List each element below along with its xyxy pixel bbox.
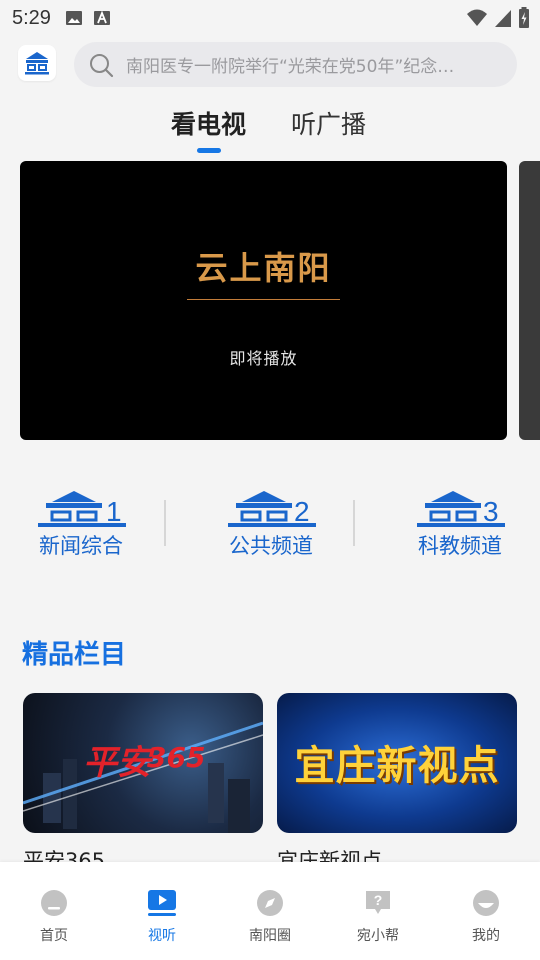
nav-item-helper[interactable]: ? 宛小帮 <box>324 862 432 960</box>
status-bar: 5:29 <box>0 0 540 36</box>
channel-logo-icon: 3 <box>417 491 505 527</box>
nav-label: 视听 <box>148 928 176 944</box>
channel-divider <box>353 500 355 546</box>
nav-label: 首页 <box>40 928 68 944</box>
svg-text:?: ? <box>374 892 383 908</box>
nav-item-media[interactable]: 视听 <box>108 862 216 960</box>
channel-number: 3 <box>483 496 499 527</box>
channel-news[interactable]: 1 新闻综合 <box>36 488 146 560</box>
search-bar[interactable]: 南阳医专一附院举行“光荣在党50年”纪念… <box>74 42 517 87</box>
image-icon <box>65 11 82 25</box>
channel-label: 新闻综合 <box>39 534 123 558</box>
question-bubble-icon: ? <box>366 891 390 914</box>
next-player-peek[interactable] <box>519 161 540 440</box>
play-video-icon <box>148 890 176 916</box>
program-art-text: 宜庄新视点 <box>294 742 500 789</box>
channel-science[interactable]: 3 科教频道 <box>415 488 525 560</box>
status-time: 5:29 <box>12 6 51 29</box>
channel-logo-icon: 1 <box>38 491 126 527</box>
program-card-pingan365[interactable]: 平安 365 <box>23 693 263 833</box>
nav-label: 宛小帮 <box>357 928 399 944</box>
tab-listen-radio[interactable]: 听广播 <box>291 105 366 141</box>
nav-item-mine[interactable]: 我的 <box>432 862 540 960</box>
channel-divider <box>164 500 166 546</box>
channel-label: 科教频道 <box>418 534 502 558</box>
video-player[interactable]: 云上南阳 即将播放 <box>20 161 507 440</box>
search-input[interactable]: 南阳医专一附院举行“光荣在党50年”纪念… <box>126 52 498 77</box>
channel-number: 2 <box>294 496 310 527</box>
channel-public[interactable]: 2 公共频道 <box>226 488 336 560</box>
logo-mark <box>25 52 49 75</box>
player-title: 云上南阳 <box>195 249 332 287</box>
tab-indicator <box>197 148 221 153</box>
program-art-text: 平安 <box>83 743 151 783</box>
profile-icon <box>473 890 499 916</box>
nav-label: 我的 <box>472 928 500 944</box>
section-title-featured: 精品栏目 <box>22 640 127 670</box>
home-icon <box>41 890 67 916</box>
status-right <box>466 7 530 29</box>
bottom-nav: 首页 视听 南阳圈 ? 宛小帮 我的 <box>0 862 540 960</box>
signal-icon <box>495 10 511 27</box>
nav-label: 南阳圈 <box>249 928 291 944</box>
compass-icon <box>257 890 283 916</box>
font-a-icon <box>93 10 110 25</box>
channel-label: 公共频道 <box>229 534 313 558</box>
player-divider <box>187 299 340 300</box>
player-status: 即将播放 <box>229 349 298 368</box>
program-card-yizhuang[interactable]: 宜庄新视点 <box>277 693 517 833</box>
wifi-icon <box>467 9 487 26</box>
channel-logo-icon: 2 <box>228 491 316 527</box>
tab-watch-tv[interactable]: 看电视 <box>171 105 246 141</box>
channel-number: 1 <box>106 496 122 527</box>
nav-item-home[interactable]: 首页 <box>0 862 108 960</box>
program-art-number: 365 <box>147 741 206 774</box>
battery-charging-icon <box>519 7 529 28</box>
search-icon <box>90 53 114 77</box>
nav-item-nanyang-circle[interactable]: 南阳圈 <box>216 862 324 960</box>
nanyang-tv-logo-icon[interactable] <box>18 45 56 81</box>
